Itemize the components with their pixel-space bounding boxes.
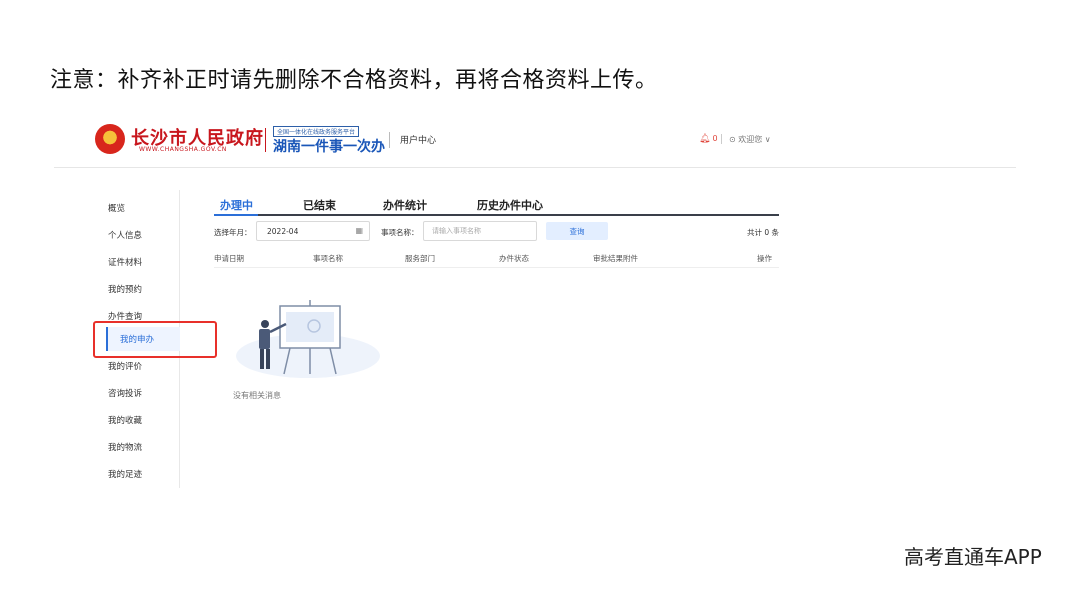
month-label: 选择年月： bbox=[214, 228, 252, 237]
table-header: 申请日期 事项名称 服务部门 办件状态 审批结果附件 操作 bbox=[214, 250, 779, 268]
tab-statistics[interactable]: 办件统计 bbox=[383, 197, 427, 213]
national-emblem-icon bbox=[95, 124, 125, 154]
col-actions: 操作 bbox=[757, 254, 772, 263]
user-icon: ⊙ bbox=[729, 135, 739, 144]
sidebar-item-profile[interactable]: 个人信息 bbox=[108, 229, 142, 241]
filter-bar: 选择年月： 2022-04 ▦ 事项名称： 查询 共计 0 条 bbox=[214, 221, 779, 241]
sidebar-item-logistics[interactable]: 我的物流 bbox=[108, 441, 142, 453]
item-name-label: 事项名称： bbox=[381, 228, 419, 237]
header-separator bbox=[54, 167, 1016, 168]
tab-in-progress[interactable]: 办理中 bbox=[220, 197, 253, 213]
sidebar-item-documents[interactable]: 证件材料 bbox=[108, 256, 142, 268]
user-center-title: 用户中心 bbox=[400, 136, 437, 146]
sidebar-item-history[interactable]: 我的足迹 bbox=[108, 468, 142, 480]
header-divider bbox=[265, 128, 266, 152]
sidebar-item-reviews[interactable]: 我的评价 bbox=[108, 360, 142, 372]
highlight-annotation bbox=[93, 321, 217, 358]
item-name-input[interactable] bbox=[423, 221, 537, 241]
sidebar-item-appointments[interactable]: 我的预约 bbox=[108, 283, 142, 295]
notification-button[interactable]: 🔔︎ 0 bbox=[699, 134, 718, 144]
notice-text: 注意：补齐补正时请先删除不合格资料，再将合格资料上传。 bbox=[50, 68, 658, 93]
notification-count: 0 bbox=[712, 134, 718, 143]
col-department: 服务部门 bbox=[405, 254, 435, 263]
total-count: 共计 0 条 bbox=[746, 228, 779, 237]
empty-state-text: 没有相关消息 bbox=[233, 391, 281, 400]
header-divider bbox=[721, 134, 722, 144]
col-result-attachment: 审批结果附件 bbox=[593, 254, 638, 263]
sidebar-item-favorites[interactable]: 我的收藏 bbox=[108, 414, 142, 426]
tab-bar: 办理中 已结束 办件统计 历史办件中心 bbox=[214, 194, 779, 216]
sidebar-item-complaints[interactable]: 咨询投诉 bbox=[108, 387, 142, 399]
active-tab-indicator bbox=[214, 214, 258, 216]
tab-history-center[interactable]: 历史办件中心 bbox=[477, 197, 543, 213]
gov-url: WWW.CHANGSHA.GOV.CN bbox=[139, 146, 227, 153]
watermark-text: 高考直通车APP bbox=[904, 545, 1042, 569]
col-item-name: 事项名称 bbox=[313, 254, 343, 263]
empty-state-illustration bbox=[236, 300, 380, 378]
col-apply-date: 申请日期 bbox=[214, 254, 244, 263]
welcome-label: 欢迎您 ∨ bbox=[738, 135, 771, 144]
month-value: 2022-04 bbox=[267, 227, 299, 236]
month-picker[interactable]: 2022-04 ▦ bbox=[256, 221, 370, 241]
user-menu[interactable]: ⊙ 欢迎您 ∨ bbox=[729, 134, 771, 145]
header-divider bbox=[389, 132, 390, 148]
search-button[interactable]: 查询 bbox=[546, 222, 608, 240]
platform-title[interactable]: 湖南一件事一次办 bbox=[273, 136, 385, 156]
calendar-icon: ▦ bbox=[355, 226, 363, 235]
bell-icon: 🔔︎ bbox=[699, 134, 711, 144]
site-header: 长沙市人民政府 WWW.CHANGSHA.GOV.CN 全国一体化在线政务服务平… bbox=[95, 122, 785, 158]
tab-finished[interactable]: 已结束 bbox=[303, 197, 336, 213]
sidebar-item-overview[interactable]: 概览 bbox=[108, 202, 125, 214]
col-status: 办件状态 bbox=[499, 254, 529, 263]
